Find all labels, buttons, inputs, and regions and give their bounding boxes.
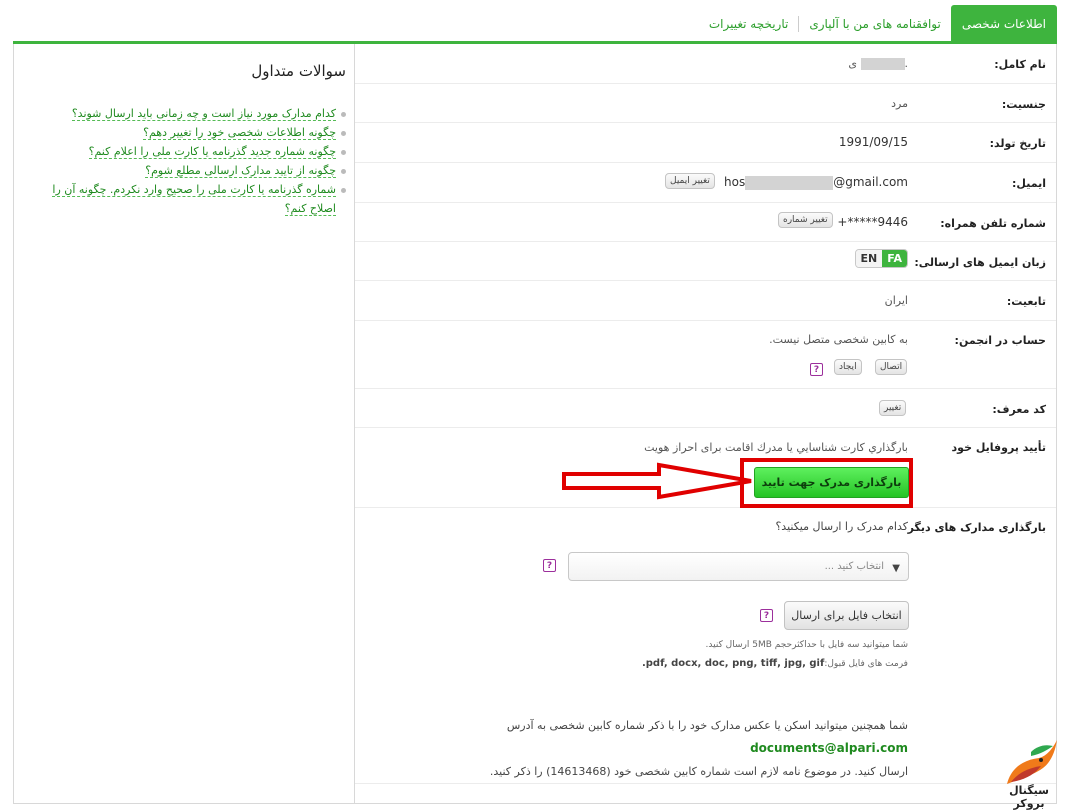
email-value: hos @gmail.com (724, 175, 908, 190)
faq-item: چگونه از تایید مدارک ارسالی مطلع شوم؟ (44, 161, 346, 180)
row-fullname: نام کامل: . ی (355, 44, 1056, 84)
forum-label: حساب در انجمن: (954, 334, 1046, 347)
tab-personal-info[interactable]: اطلاعات شخصی (950, 5, 1057, 43)
tab-bar: اطلاعات شخصی توافقنامه های من با آلپاری … (699, 5, 1057, 43)
row-forum: حساب در انجمن: به کابین شخصی متصل نیست. … (355, 321, 1056, 389)
watermark-logo: سیگنال بروکر (1001, 738, 1061, 810)
faq-item: کدام مدارک مورد نیاز است و چه زمانی باید… (44, 104, 346, 123)
lang-fa-option[interactable]: FA (882, 250, 907, 267)
row-phone: شماره تلفن همراه: +*****9446 تغییر شماره (355, 203, 1056, 242)
forum-connect-button[interactable]: اتصال (875, 359, 908, 375)
fullname-prefix: . (904, 57, 909, 70)
tab-my-agreements[interactable]: توافقنامه های من با آلپاری (799, 5, 950, 43)
lang-en-option[interactable]: EN (855, 250, 883, 267)
file-formats-list: pdf, docx, doc, png, tiff, jpg, gif. (641, 658, 825, 669)
verify-text: بارگذاري كارت شناسايي يا مدرك اقامت براى… (644, 441, 908, 454)
fullname-suffix: ی (848, 57, 857, 70)
fullname-value: . ی (848, 57, 908, 70)
row-email: ایمیل: hos @gmail.com تغییر ایمیل (355, 163, 1056, 203)
forum-create-button[interactable]: ایجاد (834, 359, 862, 375)
email-label: ایمیل: (1012, 177, 1046, 190)
main-panel: سوالات متداول کدام مدارک مورد نیاز است و… (13, 44, 1057, 804)
language-toggle: FA EN (854, 249, 908, 268)
phone-value: +*****9446 (837, 215, 908, 229)
verify-label: تأیید پروفایل خود (951, 441, 1046, 454)
row-gender: جنسیت: مرد (355, 84, 1056, 123)
faq-item: شماره گذرنامه یا کارت ملی را صحیح وارد ن… (44, 180, 346, 218)
choose-file-button[interactable]: انتخاب فایل برای ارسال (784, 601, 909, 630)
birthdate-value: 1991/09/15 (838, 135, 908, 149)
faq-panel: سوالات متداول کدام مدارک مورد نیاز است و… (44, 62, 346, 218)
note-line2: ارسال کنید. در موضوع نامه لازم است شماره… (489, 765, 908, 778)
change-email-button[interactable]: تغییر ایمیل (665, 173, 715, 189)
referral-label: کد معرف: (992, 403, 1046, 416)
file-formats-hint: فرمت های فایل قبول:pdf, docx, doc, png, … (642, 658, 908, 669)
other-docs-question: کدام مدرک را ارسال میکنید؟ (775, 520, 908, 533)
row-verify-profile: تأیید پروفایل خود بارگذاري كارت شناسايي … (355, 428, 1056, 508)
select-caret-icon: ▼ (892, 563, 900, 574)
fullname-label: نام کامل: (994, 58, 1046, 71)
forum-status: به کابین شخصی متصل نیست. (769, 333, 908, 346)
birthdate-label: تاریخ تولد: (989, 137, 1046, 150)
change-phone-button[interactable]: تغییر شماره (778, 212, 833, 228)
citizenship-value: ایران (884, 294, 908, 307)
faq-link[interactable]: چگونه از تایید مدارک ارسالی مطلع شوم؟ (145, 164, 336, 178)
tab-change-history[interactable]: تاریخچه تغییرات (699, 5, 799, 43)
email-end: @gmail.com (833, 175, 908, 189)
other-docs-label: بارگذاری مدارک های دیگر (907, 521, 1046, 534)
faq-item: چگونه اطلاعات شخصی خود را تغییر دهم؟ (44, 123, 346, 142)
note-line1: شما همچنین میتوانید اسکن یا عکس مدارک خو… (506, 719, 908, 732)
watermark-text: سیگنال بروکر (1009, 784, 1049, 810)
email-language-label: زبان ایمیل های ارسالی: (914, 256, 1046, 269)
upload-verification-button[interactable]: بارگذاری مدرک جهت تایید (754, 467, 909, 498)
redacted-name (860, 58, 905, 70)
row-email-language: زبان ایمیل های ارسالی: FA EN (355, 242, 1056, 281)
select-placeholder: انتخاب کنید ... (824, 561, 884, 572)
gender-value: مرد (891, 97, 908, 110)
row-citizenship: تابعیت: ایران (355, 281, 1056, 321)
documents-email-link[interactable]: documents@alpari.com (750, 741, 908, 755)
document-type-help-icon[interactable]: ? (543, 559, 556, 572)
faq-list: کدام مدارک مورد نیاز است و چه زمانی باید… (44, 104, 346, 218)
phone-label: شماره تلفن همراه: (940, 217, 1046, 230)
file-help-icon[interactable]: ? (760, 609, 773, 622)
gender-label: جنسیت: (1001, 98, 1046, 111)
red-arrow-annotation (562, 462, 752, 500)
row-other-documents: بارگذاری مدارک های دیگر کدام مدرک را ارس… (355, 508, 1056, 784)
email-documents-note: شما همچنین میتوانید اسکن یا عکس مدارک خو… (368, 714, 908, 783)
forum-help-icon[interactable]: ? (810, 363, 823, 376)
faq-item: چگونه شماره جدید گذرنامه یا کارت ملی را … (44, 142, 346, 161)
change-referral-button[interactable]: تغییر (879, 400, 907, 416)
faq-link[interactable]: شماره گذرنامه یا کارت ملی را صحیح وارد ن… (52, 183, 336, 216)
faq-link[interactable]: کدام مدارک مورد نیاز است و چه زمانی باید… (71, 107, 336, 121)
faq-title: سوالات متداول (251, 62, 346, 80)
file-formats-label: فرمت های فایل قبول: (824, 659, 908, 669)
faq-link[interactable]: چگونه اطلاعات شخصی خود را تغییر دهم؟ (143, 126, 336, 140)
faq-link[interactable]: چگونه شماره جدید گذرنامه یا کارت ملی را … (88, 145, 336, 159)
document-type-select[interactable]: انتخاب کنید ... ▼ (568, 552, 909, 581)
email-start: hos (724, 175, 746, 189)
file-size-hint: شما میتوانید سه فایل با حداکثرحجم 5MB ار… (705, 640, 908, 650)
row-birthdate: تاریخ تولد: 1991/09/15 (355, 123, 1056, 163)
citizenship-label: تابعیت: (1006, 295, 1046, 308)
row-referral: کد معرف: تغییر (355, 389, 1056, 428)
redacted-email (745, 175, 834, 190)
